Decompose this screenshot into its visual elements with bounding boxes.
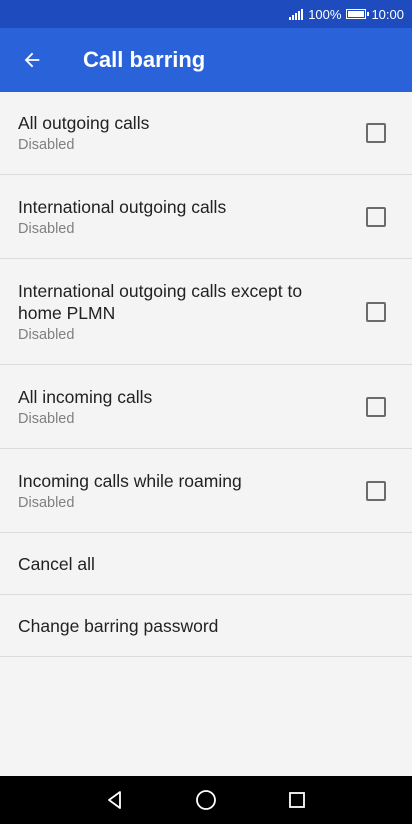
navigation-bar [0, 776, 412, 824]
item-status: Disabled [18, 137, 75, 153]
settings-list: All outgoing calls Disabled Internationa… [0, 92, 412, 657]
item-status: Disabled [18, 410, 75, 427]
item-status: Disabled [18, 494, 75, 511]
checkbox[interactable] [366, 123, 386, 143]
item-title: Incoming calls while roaming [18, 470, 242, 491]
triangle-back-icon [108, 791, 122, 809]
arrow-left-icon [24, 52, 40, 68]
change-password-button[interactable]: Change barring password [0, 595, 412, 657]
change-password-label: Change barring password [18, 615, 219, 636]
page-title: Call barring [83, 47, 206, 72]
back-button[interactable] [0, 28, 64, 92]
square-recents-icon [288, 792, 305, 808]
cancel-all-label: Cancel all [18, 553, 95, 574]
barring-all-incoming[interactable]: All incoming calls Disabled [0, 365, 412, 449]
item-status: Disabled [18, 220, 75, 237]
clock: 10:00 [371, 6, 404, 22]
status-bar: 100% 10:00 [0, 0, 412, 28]
nav-back-button[interactable] [95, 780, 135, 820]
barring-international-except-home[interactable]: International outgoing calls except to h… [0, 259, 412, 365]
item-title: International outgoing calls except to h… [18, 280, 303, 323]
item-title: International outgoing calls [18, 196, 227, 217]
signal-icon [289, 8, 304, 20]
nav-home-button[interactable] [186, 780, 226, 820]
battery-percent: 100% [308, 6, 342, 22]
barring-all-outgoing[interactable]: All outgoing calls Disabled [0, 92, 412, 175]
nav-recents-button[interactable] [277, 780, 317, 820]
checkbox[interactable] [366, 301, 386, 322]
checkbox[interactable] [366, 396, 386, 417]
checkbox[interactable] [366, 206, 386, 227]
barring-international-outgoing[interactable]: International outgoing calls Disabled [0, 175, 412, 259]
app-bar: Call barring [0, 28, 412, 92]
battery-icon [346, 9, 370, 19]
cancel-all-button[interactable]: Cancel all [0, 533, 412, 595]
barring-incoming-roaming[interactable]: Incoming calls while roaming Disabled [0, 449, 412, 533]
checkbox[interactable] [366, 480, 386, 501]
item-title: All outgoing calls [18, 113, 150, 133]
item-status: Disabled [18, 326, 75, 343]
circle-home-icon [196, 790, 216, 810]
item-title: All incoming calls [18, 386, 153, 407]
